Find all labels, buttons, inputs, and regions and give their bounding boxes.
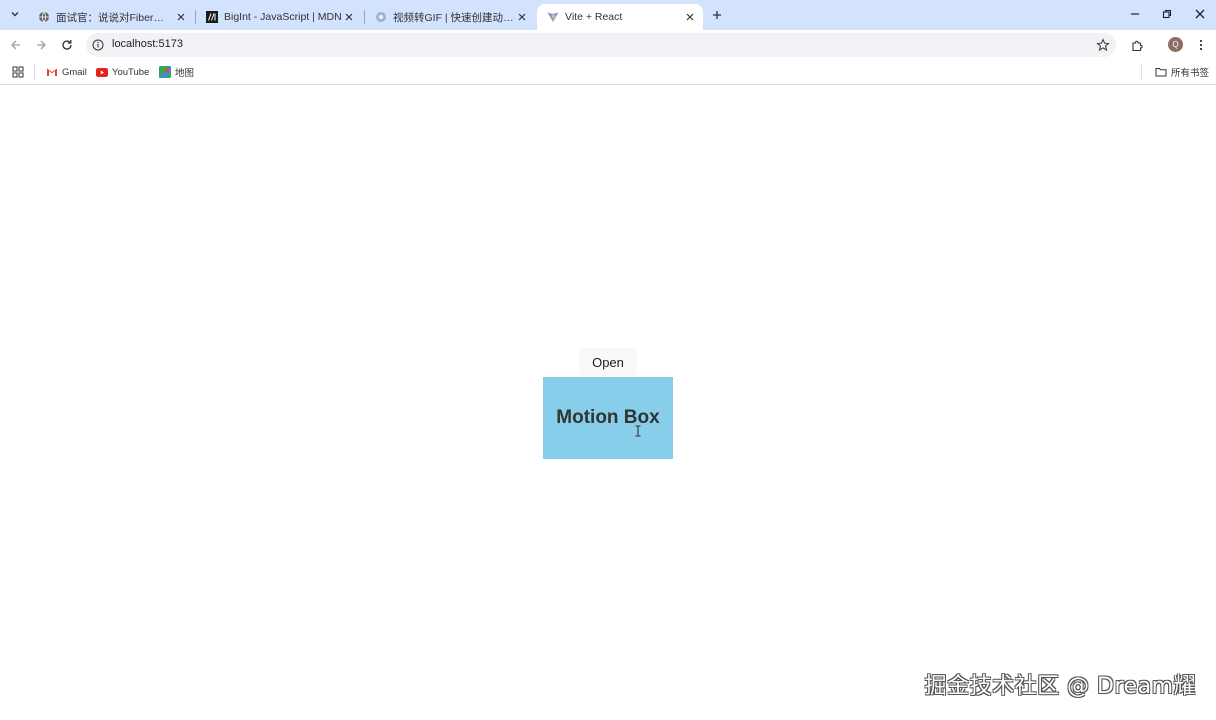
profile-avatar[interactable]: Q [1168, 37, 1183, 52]
tab-bigint-mdn[interactable]: BigInt - JavaScript | MDN [196, 4, 362, 30]
close-tab-icon[interactable] [342, 10, 356, 24]
bookmark-label: 地图 [175, 68, 195, 79]
back-arrow-icon[interactable] [8, 37, 24, 53]
restore-icon[interactable] [1158, 6, 1176, 22]
tab-vite-react[interactable]: Vite + React [537, 4, 703, 30]
bookmarks-bar: Gmail YouTube 地图 所有书签 [0, 60, 1216, 85]
close-tab-icon[interactable] [683, 10, 697, 24]
browser-toolbar: localhost:5173 Q [0, 30, 1216, 60]
tab-strip: 面试官：说说对Fiber架构的理… BigInt - JavaScript | … [0, 0, 1216, 30]
gif-site-icon [375, 11, 387, 23]
bookmark-gmail[interactable]: Gmail [46, 65, 87, 79]
bookmark-label: Gmail [62, 66, 87, 78]
tab-title: 视频转GIF | 快速创建动态表情… [393, 11, 515, 24]
vite-icon [547, 11, 559, 23]
bookmarks-divider [1141, 65, 1142, 79]
tab-fiber-article[interactable]: 面试官：说说对Fiber架构的理… [28, 4, 194, 30]
motion-box: Motion Box [543, 377, 673, 459]
forward-arrow-icon[interactable] [33, 37, 49, 53]
url-text[interactable]: localhost:5173 [112, 38, 183, 50]
mdn-icon [206, 11, 218, 23]
maps-icon [159, 66, 171, 78]
page-viewport: Open Motion Box [0, 86, 1216, 720]
motion-box-title: Motion Box [556, 407, 660, 428]
close-window-icon[interactable] [1191, 6, 1209, 22]
minimize-icon[interactable] [1126, 6, 1144, 22]
site-info-icon[interactable] [92, 39, 104, 51]
tab-video-to-gif[interactable]: 视频转GIF | 快速创建动态表情… [365, 4, 535, 30]
text-cursor-icon [635, 425, 641, 437]
all-bookmarks-button[interactable]: 所有书签 [1155, 65, 1209, 79]
gmail-icon [46, 66, 58, 78]
tab-title: 面试官：说说对Fiber架构的理… [56, 11, 174, 24]
all-bookmarks-label: 所有书签 [1171, 68, 1210, 79]
bookmark-star-icon[interactable] [1096, 38, 1110, 52]
close-tab-icon[interactable] [174, 10, 188, 24]
new-tab-button[interactable] [708, 6, 726, 24]
address-bar[interactable]: localhost:5173 [86, 33, 1116, 57]
tab-title: BigInt - JavaScript | MDN [224, 11, 342, 23]
bookmark-label: YouTube [112, 66, 150, 78]
watermark: 掘金技术社区 @ Dream耀 [924, 674, 1196, 699]
tab-search-chevron-icon[interactable] [6, 5, 24, 23]
bookmarks-divider [34, 65, 35, 79]
extensions-puzzle-icon[interactable] [1129, 37, 1145, 53]
bookmark-maps[interactable]: 地图 [159, 65, 194, 79]
youtube-icon [96, 66, 108, 78]
reload-icon[interactable] [59, 37, 75, 53]
profile-initial: Q [1172, 40, 1179, 49]
apps-grid-icon[interactable] [12, 65, 24, 79]
globe-icon [38, 11, 50, 23]
tab-title: Vite + React [565, 11, 623, 23]
menu-kebab-icon[interactable] [1193, 37, 1209, 53]
bookmark-youtube[interactable]: YouTube [96, 65, 149, 79]
folder-icon [1155, 66, 1167, 78]
close-tab-icon[interactable] [515, 10, 529, 24]
open-button[interactable]: Open [579, 348, 637, 376]
